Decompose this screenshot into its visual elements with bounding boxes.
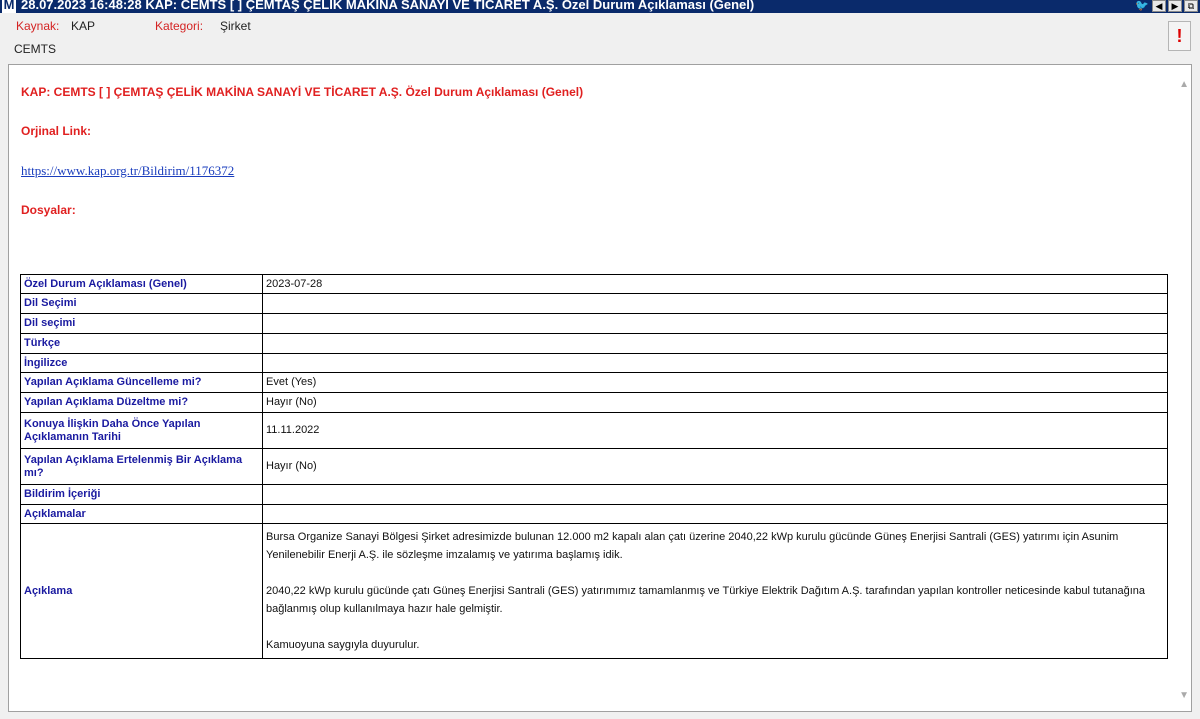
title-bar: M 28.07.2023 16:48:28 KAP: CEMTS [ ] ÇEM… xyxy=(0,0,1200,13)
row-key: Özel Durum Açıklaması (Genel) xyxy=(20,274,263,294)
row-value: Hayır (No) xyxy=(262,392,1168,413)
scroll-up-icon[interactable]: ▲ xyxy=(1179,79,1189,90)
next-icon[interactable]: ▶ xyxy=(1168,0,1182,12)
source-label: Kaynak: xyxy=(16,19,60,33)
source-value: KAP xyxy=(71,19,96,33)
row-key: Dil Seçimi xyxy=(20,293,263,314)
table-row: Konuya İlişkin Daha Önce Yapılan Açıklam… xyxy=(20,412,1168,449)
row-key: Dil seçimi xyxy=(20,313,263,334)
table-row: Yapılan Açıklama Güncelleme mi? Evet (Ye… xyxy=(20,372,1168,393)
description-paragraph-1: Bursa Organize Sanayi Bölgesi Şirket adr… xyxy=(266,531,1119,561)
row-value xyxy=(262,353,1168,373)
files-label: Dosyalar: xyxy=(21,203,76,217)
original-link-label: Orjinal Link: xyxy=(21,124,92,138)
category-label: Kategori: xyxy=(155,19,204,33)
row-key: Yapılan Açıklama Düzeltme mi? xyxy=(20,392,263,413)
row-value: 2023-07-28 xyxy=(262,274,1168,294)
description-paragraph-2: 2040,22 kWp kurulu gücünde çatı Güneş En… xyxy=(266,585,1145,615)
window-controls: 🐦 ◀ ▶ ⧉ xyxy=(1134,0,1198,12)
row-value xyxy=(262,313,1168,334)
news-meta-header: Kaynak: KAP Kategori: Şirket CEMTS ! xyxy=(0,13,1200,61)
row-value: Evet (Yes) xyxy=(262,372,1168,393)
twitter-icon[interactable]: 🐦 xyxy=(1134,0,1150,12)
row-value xyxy=(262,484,1168,505)
window-title: 28.07.2023 16:48:28 KAP: CEMTS [ ] ÇEMTA… xyxy=(21,0,755,12)
row-value xyxy=(262,333,1168,354)
row-key: Bildirim İçeriği xyxy=(20,484,263,505)
table-row: Yapılan Açıklama Düzeltme mi? Hayır (No) xyxy=(20,392,1168,413)
description-value: Bursa Organize Sanayi Bölgesi Şirket adr… xyxy=(262,523,1168,659)
table-row-description: Açıklama Bursa Organize Sanayi Bölgesi Ş… xyxy=(20,523,1168,659)
table-row: Dil Seçimi xyxy=(20,293,1168,314)
table-row: Yapılan Açıklama Ertelenmiş Bir Açıklama… xyxy=(20,448,1168,485)
symbol-value: CEMTS xyxy=(14,42,56,56)
table-row: Bildirim İçeriği xyxy=(20,484,1168,505)
row-value: Hayır (No) xyxy=(262,448,1168,485)
alert-button[interactable]: ! xyxy=(1168,21,1191,51)
row-key: Açıklamalar xyxy=(20,504,263,524)
scroll-down-icon[interactable]: ▼ xyxy=(1179,690,1189,701)
table-row: Dil seçimi xyxy=(20,313,1168,334)
original-link[interactable]: https://www.kap.org.tr/Bildirim/1176372 xyxy=(21,163,234,179)
row-key: Yapılan Açıklama Ertelenmiş Bir Açıklama… xyxy=(20,448,263,485)
row-key: Yapılan Açıklama Güncelleme mi? xyxy=(20,372,263,393)
description-key: Açıklama xyxy=(20,523,263,659)
row-key: İngilizce xyxy=(20,353,263,373)
disclosure-table: Özel Durum Açıklaması (Genel) 2023-07-28… xyxy=(20,274,1168,659)
table-row: Özel Durum Açıklaması (Genel) 2023-07-28 xyxy=(20,274,1168,294)
row-key: Konuya İlişkin Daha Önce Yapılan Açıklam… xyxy=(20,412,263,449)
table-row: Açıklamalar xyxy=(20,504,1168,524)
category-value: Şirket xyxy=(220,19,251,33)
document-heading: KAP: CEMTS [ ] ÇEMTAŞ ÇELİK MAKİNA SANAY… xyxy=(21,85,584,99)
row-value: 11.11.2022 xyxy=(262,412,1168,449)
description-paragraph-3: Kamuoyuna saygıyla duyurulur. xyxy=(266,639,420,651)
news-content-pane[interactable]: ▲ ▼ KAP: CEMTS [ ] ÇEMTAŞ ÇELİK MAKİNA S… xyxy=(8,64,1192,712)
row-key: Türkçe xyxy=(20,333,263,354)
row-value xyxy=(262,504,1168,524)
restore-icon[interactable]: ⧉ xyxy=(1184,0,1198,12)
table-row: İngilizce xyxy=(20,353,1168,373)
app-logo-icon: M xyxy=(2,0,16,13)
prev-icon[interactable]: ◀ xyxy=(1152,0,1166,12)
table-row: Türkçe xyxy=(20,333,1168,354)
row-value xyxy=(262,293,1168,314)
